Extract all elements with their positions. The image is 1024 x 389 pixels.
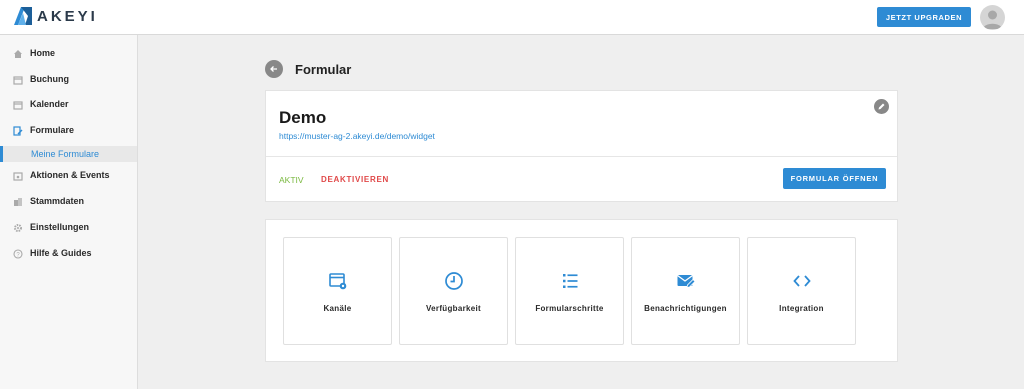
logo[interactable]: AKEYI: [14, 7, 98, 25]
tile-formularschritte[interactable]: Formularschritte: [515, 237, 624, 345]
tile-label: Benachrichtigungen: [644, 304, 727, 313]
user-icon: [983, 10, 1002, 29]
sidebar-item-formulare[interactable]: Formulare: [0, 123, 137, 139]
sidebar-item-label: Stammdaten: [30, 196, 85, 206]
list-icon: [563, 274, 578, 288]
pencil-icon: [878, 103, 885, 110]
sidebar-item-label: Home: [30, 48, 56, 58]
sidebar-item-buchung[interactable]: Buchung: [0, 72, 137, 88]
mail-edit-icon: [677, 274, 696, 289]
sidebar-item-aktionen-events[interactable]: Aktionen & Events: [0, 168, 137, 184]
sidebar-subitem-label: Meine Formulare: [31, 149, 100, 159]
sidebar-item-hilfe-guides[interactable]: ? Hilfe & Guides: [0, 246, 137, 262]
clock-icon: [445, 272, 463, 290]
akeyi-logo-icon: [14, 7, 32, 25]
form-edit-icon: [13, 126, 23, 136]
edit-button[interactable]: [874, 99, 889, 114]
code-icon: [793, 275, 811, 287]
sidebar-item-label: Kalender: [30, 99, 69, 109]
sidebar-item-label: Aktionen & Events: [30, 170, 110, 180]
gear-icon: [14, 224, 22, 232]
page-title: Formular: [295, 62, 352, 77]
tile-label: Verfügbarkeit: [425, 304, 482, 313]
sidebar-item-label: Formulare: [30, 125, 75, 135]
window-gear-icon: [329, 273, 347, 290]
help-icon: ?: [13, 249, 23, 259]
form-url-link[interactable]: https://muster-ag-2.akeyi.de/demo/widget: [279, 131, 435, 141]
sidebar-subitem-meine-formulare[interactable]: Meine Formulare: [0, 146, 137, 162]
sidebar-item-label: Buchung: [30, 74, 69, 84]
calendar-icon: [13, 76, 23, 85]
top-bar: AKEYI JETZT UPGRADEN: [0, 0, 1024, 35]
form-name: Demo: [279, 108, 327, 127]
tile-label: Kanäle: [323, 304, 352, 313]
sidebar-item-label: Einstellungen: [30, 222, 90, 232]
sidebar-item-home[interactable]: Home: [0, 46, 137, 62]
tile-benachrichtigungen[interactable]: Benachrichtigungen: [631, 237, 740, 345]
open-form-button[interactable]: FORMULAR ÖFFNEN: [783, 168, 886, 189]
tile-label: Formularschritte: [535, 304, 604, 313]
tile-kanaele[interactable]: Kanäle: [283, 237, 392, 345]
deactivate-button[interactable]: DEAKTIVIEREN: [321, 175, 389, 184]
logo-text: AKEYI: [37, 7, 98, 25]
settings-tiles-panel: Kanäle Verfügbarkeit Formularschritte Be…: [265, 219, 898, 362]
sidebar-item-kalender[interactable]: Kalender: [0, 97, 137, 113]
upgrade-button[interactable]: JETZT UPGRADEN: [877, 7, 971, 27]
calendar-star-icon: [13, 172, 23, 181]
home-icon: [14, 50, 22, 58]
back-button[interactable]: [265, 60, 283, 78]
avatar[interactable]: [980, 5, 1005, 30]
tile-verfuegbarkeit[interactable]: Verfügbarkeit: [399, 237, 508, 345]
sidebar-item-label: Hilfe & Guides: [30, 248, 92, 258]
calendar-icon: [13, 101, 23, 110]
sidebar-item-stammdaten[interactable]: Stammdaten: [0, 194, 137, 210]
form-card: Demo https://muster-ag-2.akeyi.de/demo/w…: [265, 90, 898, 202]
building-icon: [14, 198, 22, 206]
tile-label: Integration: [779, 304, 824, 313]
arrow-left-icon: [270, 66, 277, 72]
sidebar-item-einstellungen[interactable]: Einstellungen: [0, 220, 137, 236]
tile-integration[interactable]: Integration: [747, 237, 856, 345]
divider: [266, 156, 897, 157]
status-active: AKTIV: [279, 175, 304, 185]
sidebar: Home Buchung Kalender Formulare Meine Fo…: [0, 35, 138, 389]
